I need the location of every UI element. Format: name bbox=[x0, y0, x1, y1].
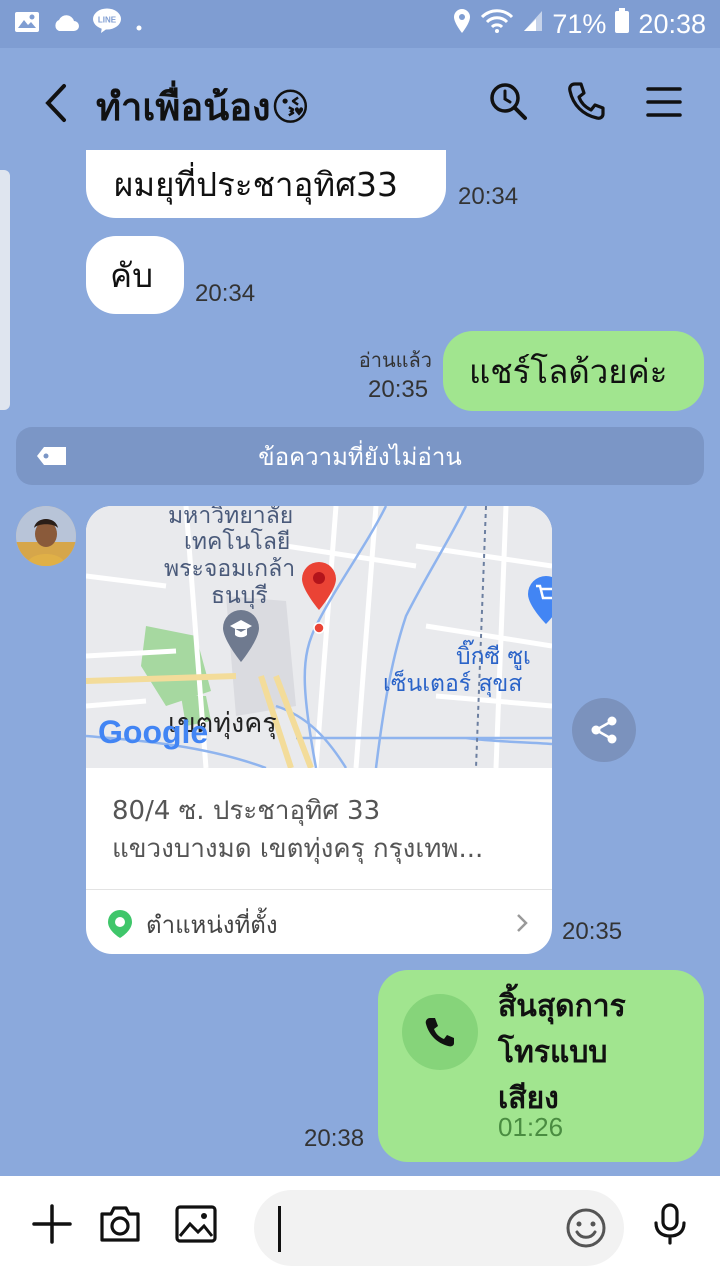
message-input[interactable] bbox=[254, 1190, 624, 1266]
camera-button[interactable] bbox=[98, 1202, 142, 1246]
text-caret bbox=[278, 1206, 281, 1252]
back-button[interactable] bbox=[36, 78, 76, 128]
image-icon bbox=[175, 1205, 217, 1243]
address-line-2: แขวงบางมด เขตทุ่งครุ กรุงเทพ... bbox=[112, 834, 484, 864]
clock: 20:38 bbox=[638, 8, 706, 39]
status-bar: LINE 71% 20:38 bbox=[0, 0, 720, 48]
voice-message-button[interactable] bbox=[648, 1202, 692, 1246]
outgoing-message-bubble[interactable]: แชร์โลด้วยค่ะ bbox=[443, 331, 704, 411]
divider bbox=[86, 889, 552, 890]
location-pin-icon bbox=[452, 8, 472, 41]
call-button[interactable] bbox=[566, 80, 606, 124]
share-button[interactable] bbox=[572, 698, 636, 762]
add-button[interactable] bbox=[30, 1202, 74, 1246]
tag-icon bbox=[36, 445, 74, 467]
hamburger-menu-icon bbox=[646, 87, 682, 117]
battery-icon bbox=[614, 7, 630, 41]
voice-call-ended-bubble[interactable]: สิ้นสุดการ โทรแบบ เสียง 01:26 bbox=[378, 970, 704, 1162]
cloud-icon bbox=[52, 9, 80, 40]
university-marker-icon bbox=[223, 610, 259, 662]
location-link[interactable]: ตำแหน่งที่ตั้ง bbox=[106, 904, 278, 944]
message-text: คับ bbox=[110, 255, 154, 295]
call-duration: 01:26 bbox=[498, 1112, 564, 1142]
share-icon bbox=[591, 716, 617, 744]
call-status-line-1: สิ้นสุดการ bbox=[498, 989, 626, 1024]
plus-icon bbox=[32, 1204, 72, 1244]
avatar[interactable] bbox=[16, 506, 76, 566]
phone-icon bbox=[568, 82, 605, 120]
search-history-button[interactable] bbox=[488, 80, 528, 124]
search-history-icon bbox=[490, 83, 527, 120]
call-icon-circle bbox=[402, 994, 478, 1070]
line-badge-text: LINE bbox=[98, 15, 117, 24]
battery-percent: 71% bbox=[552, 8, 607, 39]
chat-header: ทำเพื่อน้อง😘 bbox=[0, 48, 720, 158]
unread-divider-label: ข้อความที่ยังไม่อ่าน bbox=[258, 442, 462, 471]
message-text: ผมยุที่ประชาอุทิศ33 bbox=[114, 164, 399, 204]
unread-divider: ข้อความที่ยังไม่อ่าน bbox=[16, 427, 704, 485]
map-label-thonburi: ธนบุรี bbox=[211, 583, 268, 609]
incoming-message-bubble[interactable]: คับ bbox=[86, 236, 184, 314]
dot-icon bbox=[134, 9, 144, 40]
message-text: แชร์โลด้วยค่ะ bbox=[469, 351, 668, 391]
call-status-line-2: โทรแบบ bbox=[498, 1035, 608, 1070]
camera-icon bbox=[100, 1206, 140, 1242]
call-status-text: สิ้นสุดการ โทรแบบ เสียง bbox=[498, 984, 626, 1122]
location-marker-icon bbox=[108, 910, 132, 938]
message-time: 20:35 bbox=[562, 918, 623, 945]
location-pin-icon bbox=[302, 562, 336, 610]
message-time: 20:34 bbox=[458, 183, 519, 210]
side-scroll-handle[interactable] bbox=[0, 170, 10, 410]
map-label-bigc-center: เซ็นเตอร์ สุขส bbox=[383, 671, 523, 697]
wifi-icon bbox=[480, 8, 514, 41]
read-receipt: อ่านแล้ว bbox=[358, 348, 432, 372]
location-link-label: ตำแหน่งที่ตั้ง bbox=[146, 910, 278, 939]
gallery-notification-icon bbox=[14, 9, 40, 40]
shopping-marker-icon bbox=[528, 576, 552, 624]
map-preview[interactable]: มหาวิทยาลัย เทคโนโลยี พระจอมเกล้า ธนบุรี… bbox=[86, 506, 552, 768]
signal-icon bbox=[522, 9, 544, 40]
chevron-right-icon bbox=[512, 910, 532, 936]
location-address: 80/4 ซ. ประชาอุทิศ 33 แขวงบางมด เขตทุ่งค… bbox=[112, 792, 532, 868]
microphone-icon bbox=[654, 1203, 686, 1245]
message-time: 20:34 bbox=[195, 280, 256, 307]
gallery-button[interactable] bbox=[174, 1202, 218, 1246]
message-input-bar bbox=[0, 1176, 720, 1280]
incoming-message-bubble[interactable]: ผมยุที่ประชาอุทิศ33 bbox=[86, 150, 446, 218]
emoji-button[interactable] bbox=[564, 1206, 608, 1250]
message-time: 20:35 bbox=[368, 376, 429, 403]
emoji-icon bbox=[566, 1208, 606, 1248]
chat-title[interactable]: ทำเพื่อน้อง😘 bbox=[96, 76, 310, 137]
google-logo: Google bbox=[98, 714, 209, 750]
phone-icon bbox=[425, 1018, 454, 1047]
location-message-card[interactable]: มหาวิทยาลัย เทคโนโลยี พระจอมเกล้า ธนบุรี… bbox=[86, 506, 552, 954]
line-app-icon: LINE bbox=[92, 8, 122, 41]
address-line-1: 80/4 ซ. ประชาอุทิศ 33 bbox=[112, 796, 381, 826]
menu-button[interactable] bbox=[644, 80, 684, 124]
message-time: 20:38 bbox=[304, 1125, 365, 1152]
